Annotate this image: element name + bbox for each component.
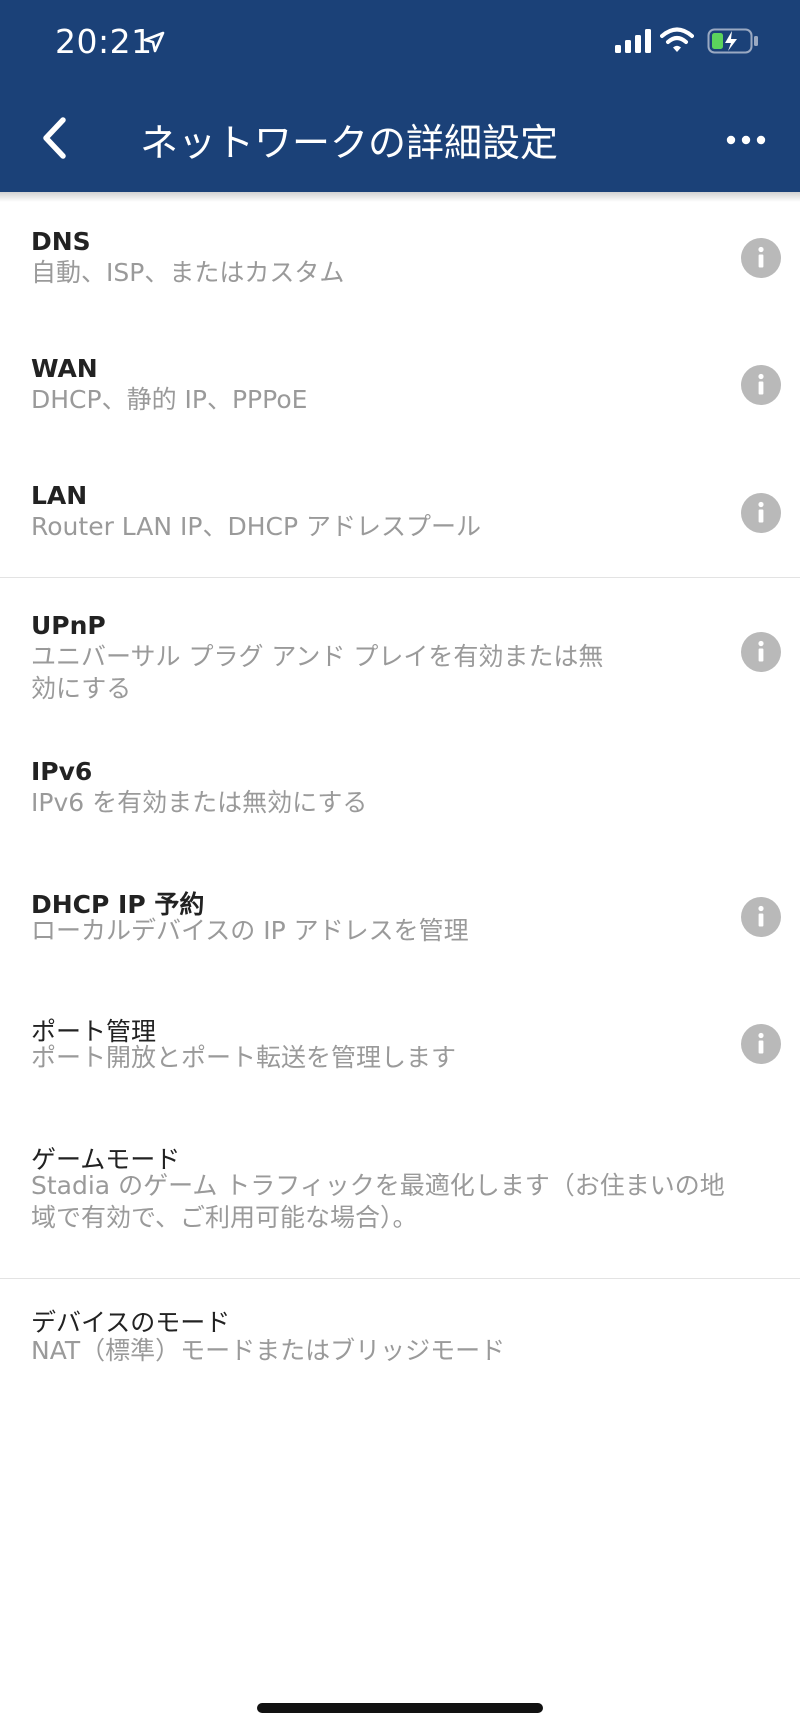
home-indicator [257,1703,543,1713]
info-icon[interactable] [741,238,781,278]
header-shadow [0,192,800,202]
info-icon[interactable] [741,632,781,672]
setting-upnp[interactable]: UPnP ユニバーサル プラグ アンド プレイを有効または無 効にする [0,578,800,737]
back-button[interactable] [30,108,84,168]
setting-subtitle: ポート開放とポート転送を管理します [31,1043,457,1072]
setting-title: WAN [31,354,98,383]
setting-subtitle-line2: 効にする [31,674,132,703]
setting-wan[interactable]: WAN DHCP、静的 IP、PPPoE [0,329,800,457]
cellular-signal-icon [615,29,651,53]
setting-subtitle-line1: ユニバーサル プラグ アンド プレイを有効または無 [31,642,604,671]
more-horizontal-icon [726,135,766,145]
setting-subtitle: ローカルデバイスの IP アドレスを管理 [31,916,469,945]
setting-device-mode[interactable]: デバイスのモード NAT（標準）モードまたはブリッジモード [0,1279,800,1399]
setting-subtitle-line1: Stadia のゲーム トラフィックを最適化します（お住まいの地 [31,1171,725,1200]
info-icon[interactable] [741,365,781,405]
setting-title: IPv6 [31,757,93,786]
chevron-left-icon [43,117,66,159]
info-icon[interactable] [741,897,781,937]
setting-dhcp-reservation[interactable]: DHCP IP 予約 ローカルデバイスの IP アドレスを管理 [0,865,800,992]
setting-lan[interactable]: LAN Router LAN IP、DHCP アドレスプール [0,457,800,577]
setting-port-management[interactable]: ポート管理 ポート開放とポート転送を管理します [0,992,800,1120]
setting-dns[interactable]: DNS 自動、ISP、またはカスタム [0,202,800,329]
status-time: 20:21 [55,22,153,61]
settings-list: DNS 自動、ISP、またはカスタム WAN DHCP、静的 IP、PPPoE … [0,202,800,1399]
info-icon[interactable] [741,1024,781,1064]
setting-ipv6[interactable]: IPv6 IPv6 を有効または無効にする [0,737,800,865]
setting-title: LAN [31,481,88,510]
setting-game-mode[interactable]: ゲームモード Stadia のゲーム トラフィックを最適化します（お住まいの地 … [0,1120,800,1278]
wifi-icon [660,27,694,52]
setting-subtitle: NAT（標準）モードまたはブリッジモード [31,1336,506,1365]
location-arrow-icon [143,31,165,53]
setting-subtitle-line2: 域で有効で、ご利用可能な場合）。 [31,1203,418,1232]
setting-subtitle: 自動、ISP、またはカスタム [31,258,345,287]
battery-charging-icon [707,28,758,54]
page-title: ネットワークの詳細設定 [140,121,559,165]
setting-title: UPnP [31,611,106,640]
app-header: 20:21 ネットワークの詳細設定 [0,0,800,192]
setting-subtitle: Router LAN IP、DHCP アドレスプール [31,512,482,541]
info-icon[interactable] [741,493,781,533]
setting-title: DNS [31,227,91,256]
more-options-button[interactable] [718,120,774,160]
setting-subtitle: IPv6 を有効または無効にする [31,788,368,817]
setting-subtitle: DHCP、静的 IP、PPPoE [31,385,308,414]
